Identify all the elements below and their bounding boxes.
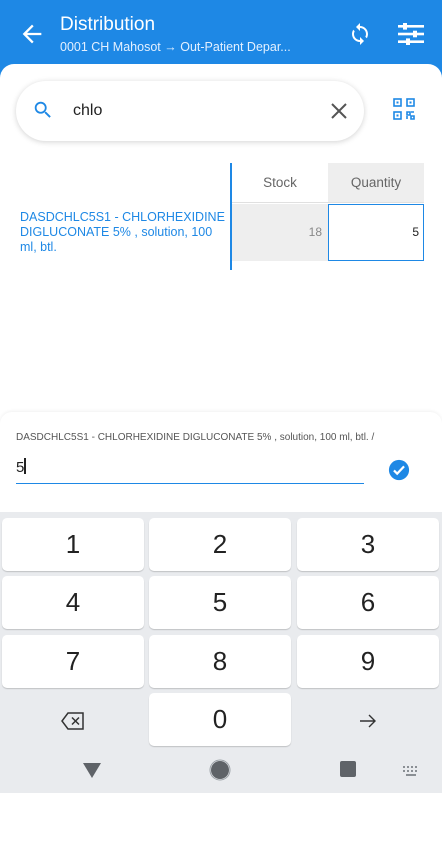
subtitle-to: Out-Patient Depar... [180, 40, 291, 54]
check-circle-icon[interactable] [388, 459, 410, 481]
search-input[interactable]: chlo [73, 102, 102, 120]
arrow-right-icon [359, 704, 377, 734]
system-nav-bar [0, 748, 442, 793]
entry-description: DASDCHLC5S1 - CHLORHEXIDINE DIGLUCONATE … [16, 432, 375, 443]
page-title: Distribution [60, 14, 156, 35]
next-key[interactable] [297, 693, 439, 746]
quantity-input[interactable]: 5 [16, 458, 364, 484]
quantity-input-value: 5 [16, 459, 25, 476]
search-icon [32, 99, 54, 121]
key-3[interactable]: 3 [297, 518, 439, 571]
backspace-key[interactable] [2, 693, 144, 746]
subtitle-arrow: → [164, 40, 177, 54]
back-arrow-icon[interactable] [18, 20, 46, 48]
clear-icon[interactable] [330, 102, 348, 120]
key-2[interactable]: 2 [149, 518, 291, 571]
key-9[interactable]: 9 [297, 635, 439, 688]
sync-icon[interactable] [348, 22, 372, 46]
key-8[interactable]: 8 [149, 635, 291, 688]
key-6[interactable]: 6 [297, 576, 439, 629]
key-5[interactable]: 5 [149, 576, 291, 629]
column-header-quantity: Quantity [328, 163, 424, 203]
qr-scan-icon[interactable] [392, 97, 416, 121]
key-7[interactable]: 7 [2, 635, 144, 688]
key-1[interactable]: 1 [2, 518, 144, 571]
quantity-entry-panel: DASDCHLC5S1 - CHLORHEXIDINE DIGLUCONATE … [0, 412, 442, 512]
item-name[interactable]: DASDCHLC5S1 - CHLORHEXIDINE DIGLUCONATE … [20, 210, 225, 255]
quantity-cell[interactable]: 5 [328, 204, 424, 261]
key-4[interactable]: 4 [2, 576, 144, 629]
backspace-icon [61, 704, 85, 734]
nav-home-icon[interactable] [209, 759, 231, 786]
numeric-keyboard: 1 2 3 4 5 6 7 8 9 0 [0, 512, 442, 793]
subtitle-from: 0001 CH Mahosot [60, 40, 161, 54]
page-subtitle: 0001 CH Mahosot → Out-Patient Depar... [60, 40, 320, 54]
nav-recent-icon[interactable] [339, 760, 357, 783]
stock-cell: 18 [232, 204, 328, 261]
search-bar[interactable]: chlo [16, 81, 364, 141]
nav-back-icon[interactable] [82, 761, 102, 784]
key-0[interactable]: 0 [149, 693, 291, 746]
items-table: Stock Quantity DASDCHLC5S1 - CHLORHEXIDI… [0, 163, 442, 270]
filter-icon[interactable] [396, 22, 426, 46]
column-header-stock: Stock [232, 163, 328, 203]
text-cursor [24, 458, 26, 474]
keyboard-switch-icon[interactable] [402, 764, 420, 782]
